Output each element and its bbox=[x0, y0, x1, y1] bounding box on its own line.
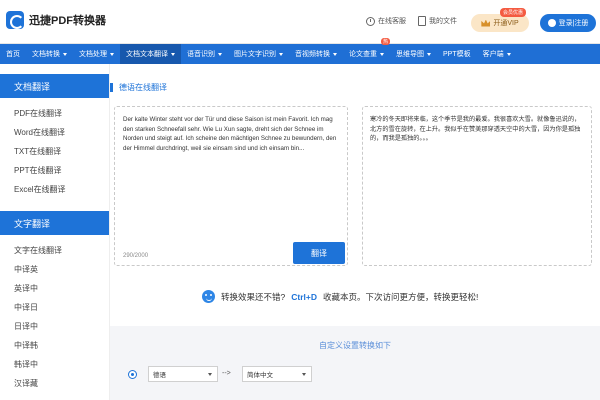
user-icon bbox=[547, 19, 556, 27]
caret-down-icon bbox=[279, 52, 283, 56]
section-title-text: 德语在线翻译 bbox=[119, 83, 167, 92]
source-language-value: 德语 bbox=[153, 372, 166, 379]
sidebar-head-doc: 文档翻译 bbox=[0, 74, 109, 98]
top-header: 迅捷PDF转换器 在线客服 我的文件 开通VIP 会员优惠 登录|注册 bbox=[0, 0, 600, 44]
brand-logo[interactable]: 迅捷PDF转换器 bbox=[6, 11, 106, 29]
direction-arrow: --> bbox=[222, 370, 231, 377]
source-text-area[interactable]: Der kalte Winter steht vor der Tür und d… bbox=[114, 106, 348, 266]
tip-shortcut: Ctrl+D bbox=[291, 291, 317, 302]
nav-item-plagiarism[interactable]: 论文查重热 bbox=[343, 38, 390, 64]
sidebar-item-pdf[interactable]: PDF在线翻译 bbox=[0, 104, 109, 123]
sidebar-head-text: 文字翻译 bbox=[0, 211, 109, 235]
chevron-down-icon bbox=[208, 373, 212, 376]
file-icon bbox=[418, 16, 426, 26]
nav-label: PPT模板 bbox=[443, 51, 471, 58]
sidebar-item-zh-en[interactable]: 中译英 bbox=[0, 260, 109, 279]
nav-item-mindmap[interactable]: 思维导图 bbox=[390, 44, 437, 64]
caret-down-icon bbox=[218, 52, 222, 56]
sidebar-item-ja-zh[interactable]: 日译中 bbox=[0, 317, 109, 336]
nav-item-speech[interactable]: 语音识别 bbox=[181, 44, 228, 64]
vip-badge: 会员优惠 bbox=[500, 8, 527, 17]
nav-label: 语音识别 bbox=[187, 51, 215, 58]
source-language-select[interactable]: 德语 bbox=[148, 366, 218, 382]
login-button[interactable]: 登录|注册 bbox=[540, 14, 596, 32]
sidebar-item-text[interactable]: 文字在线翻译 bbox=[0, 241, 109, 260]
nav-label: 图片文字识别 bbox=[234, 51, 276, 58]
caret-down-icon bbox=[63, 52, 67, 56]
caret-down-icon bbox=[110, 52, 114, 56]
nav-item-client[interactable]: 客户端 bbox=[477, 44, 517, 64]
sidebar-item-zh-bo[interactable]: 汉译藏 bbox=[0, 374, 109, 393]
translate-button[interactable]: 翻译 bbox=[293, 242, 345, 264]
settings-radio[interactable] bbox=[128, 370, 137, 379]
sidebar-item-en-zh[interactable]: 英译中 bbox=[0, 279, 109, 298]
online-service-label: 在线客服 bbox=[378, 18, 406, 25]
bookmark-tip: 转换效果还不错? Ctrl+D 收藏本页。下次访问更方便，转换更轻松! bbox=[202, 290, 478, 303]
logo-icon bbox=[6, 11, 24, 29]
nav-label: 文档转换 bbox=[32, 51, 60, 58]
sidebar-item-zh-ja[interactable]: 中译日 bbox=[0, 298, 109, 317]
main-nav: 首页 文档转换 文档处理 文档文本翻译 语音识别 图片文字识别 音视频转换 论文… bbox=[0, 38, 600, 64]
nav-label: 音视频转换 bbox=[295, 51, 330, 58]
nav-label: 文档文本翻译 bbox=[126, 51, 168, 58]
caret-down-icon bbox=[333, 52, 337, 56]
nav-item-translate[interactable]: 文档文本翻译 bbox=[120, 44, 181, 64]
title-bar-icon bbox=[110, 83, 113, 92]
main-content: 德语在线翻译 Der kalte Winter steht vor der Tü… bbox=[110, 64, 600, 400]
hot-badge: 热 bbox=[380, 38, 390, 45]
sidebar-item-zh-ko[interactable]: 中译韩 bbox=[0, 336, 109, 355]
nav-item-ppt[interactable]: PPT模板 bbox=[437, 44, 477, 64]
target-language-value: 简体中文 bbox=[247, 372, 273, 379]
caret-down-icon bbox=[506, 52, 511, 56]
sidebar-item-excel[interactable]: Excel在线翻译 bbox=[0, 180, 109, 199]
sidebar: 文档翻译 PDF在线翻译 Word在线翻译 TXT在线翻译 PPT在线翻译 Ex… bbox=[0, 64, 110, 400]
nav-label: 思维导图 bbox=[396, 51, 424, 58]
crown-icon bbox=[481, 19, 491, 27]
source-text[interactable]: Der kalte Winter steht vor der Tür und d… bbox=[123, 115, 339, 153]
login-label: 登录|注册 bbox=[558, 20, 589, 27]
nav-item-home[interactable]: 首页 bbox=[0, 44, 26, 64]
caret-down-icon bbox=[427, 52, 431, 56]
caret-down-icon bbox=[171, 52, 175, 56]
section-title: 德语在线翻译 bbox=[110, 82, 167, 93]
sidebar-item-txt[interactable]: TXT在线翻译 bbox=[0, 142, 109, 161]
char-counter: 290/2000 bbox=[123, 253, 149, 259]
brand-name: 迅捷PDF转换器 bbox=[29, 15, 106, 27]
target-text-area: 寒冷的冬天即将来临，这个季节是我的最爱。我很喜欢大雪。就像鲁迅说的，北方的雪在旋… bbox=[362, 106, 592, 266]
smile-icon bbox=[202, 290, 215, 303]
nav-label: 文档处理 bbox=[79, 51, 107, 58]
target-language-select[interactable]: 简体中文 bbox=[242, 366, 312, 382]
my-files-label: 我的文件 bbox=[429, 18, 457, 25]
nav-item-doc-process[interactable]: 文档处理 bbox=[73, 44, 120, 64]
nav-item-doc-convert[interactable]: 文档转换 bbox=[26, 44, 73, 64]
custom-settings-panel: 自定义设置转换如下 德语 --> 简体中文 bbox=[110, 326, 600, 400]
chevron-down-icon bbox=[302, 373, 306, 376]
caret-down-icon bbox=[380, 52, 384, 56]
settings-title: 自定义设置转换如下 bbox=[319, 341, 391, 350]
sidebar-item-word[interactable]: Word在线翻译 bbox=[0, 123, 109, 142]
tip-text-1: 转换效果还不错? bbox=[221, 291, 286, 302]
sidebar-item-ko-zh[interactable]: 韩译中 bbox=[0, 355, 109, 374]
headset-icon bbox=[366, 16, 375, 26]
nav-label: 论文查重 bbox=[349, 51, 377, 58]
sidebar-item-ppt[interactable]: PPT在线翻译 bbox=[0, 161, 109, 180]
tip-text-2: 收藏本页。下次访问更方便，转换更轻松! bbox=[322, 291, 479, 302]
nav-item-av-convert[interactable]: 音视频转换 bbox=[289, 44, 343, 64]
online-service-link[interactable]: 在线客服 bbox=[366, 16, 406, 26]
nav-label: 首页 bbox=[6, 51, 20, 58]
target-text: 寒冷的冬天即将来临，这个季节是我的最爱。我很喜欢大雪。就像鲁迅说的，北方的雪在旋… bbox=[370, 116, 581, 142]
nav-item-ocr[interactable]: 图片文字识别 bbox=[228, 44, 289, 64]
my-files-link[interactable]: 我的文件 bbox=[418, 16, 457, 26]
vip-label: 开通VIP bbox=[493, 20, 519, 27]
nav-label: 客户端 bbox=[482, 51, 504, 58]
